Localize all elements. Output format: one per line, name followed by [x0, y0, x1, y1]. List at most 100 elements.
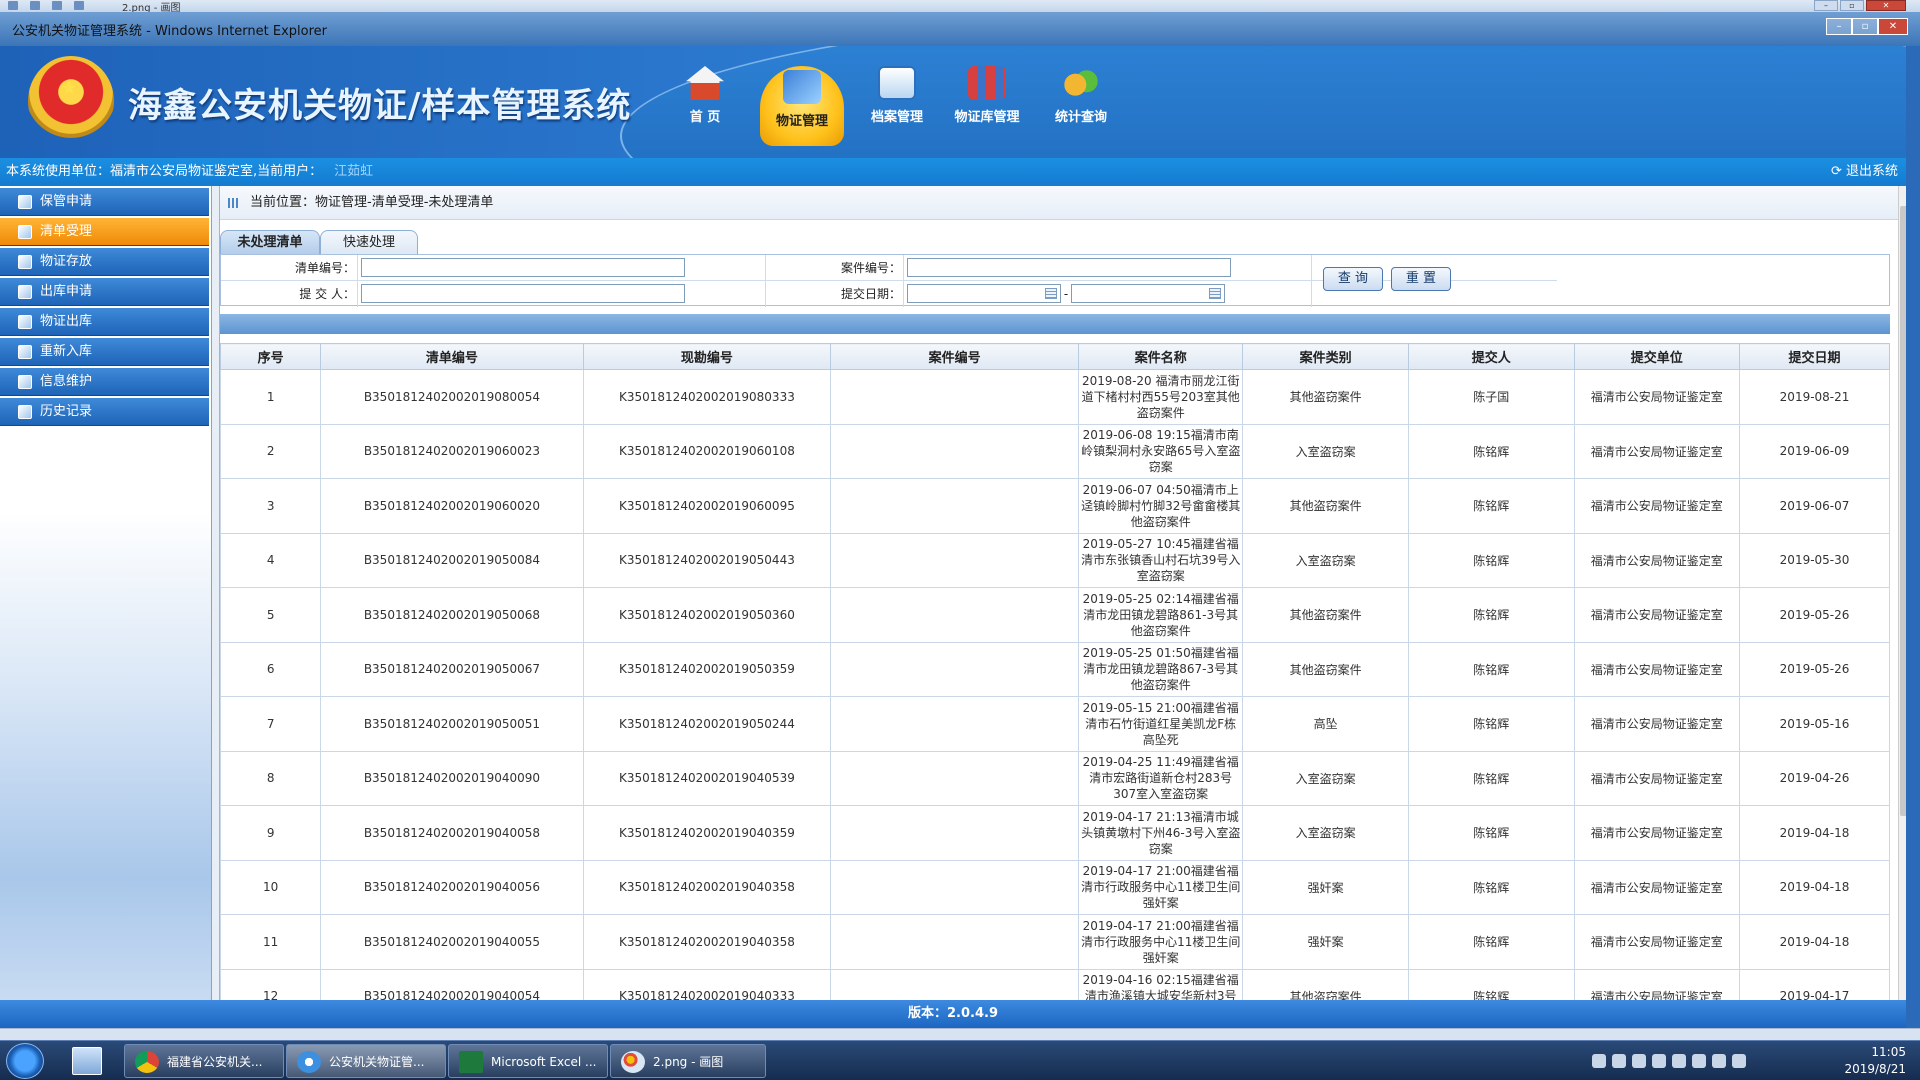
logout-button[interactable]: ⟳ 退出系统: [1831, 158, 1898, 186]
current-user: 江茹虹: [334, 164, 374, 179]
sidebar-item-restock[interactable]: 重新入库: [0, 338, 209, 366]
antivirus-icon[interactable]: [1652, 1054, 1666, 1068]
show-windows-icon[interactable]: [72, 1047, 102, 1075]
network-icon[interactable]: [1672, 1054, 1686, 1068]
ie-window-title: 公安机关物证管理系统 - Windows Internet Explorer: [12, 24, 327, 39]
save-icon[interactable]: [30, 1, 40, 10]
column-header[interactable]: 序号: [220, 343, 322, 370]
calendar-icon[interactable]: [1209, 288, 1221, 299]
date-to-input[interactable]: [1071, 284, 1225, 303]
column-header[interactable]: 案件类别: [1242, 343, 1409, 370]
security-icon[interactable]: [1632, 1054, 1646, 1068]
home-icon: [686, 66, 724, 100]
list-no-input[interactable]: [361, 258, 685, 277]
table-cell: 入室盗窃案: [1242, 805, 1409, 861]
reset-button[interactable]: 重 置: [1391, 267, 1451, 291]
sidebar-item-outbound-apply[interactable]: 出库申请: [0, 278, 209, 306]
nav-home[interactable]: 首 页: [660, 62, 750, 148]
table-cell: [830, 423, 1080, 479]
table-cell: B3501812402002019040090: [320, 750, 584, 806]
table-cell: B3501812402002019050068: [320, 587, 584, 643]
paint-close-button[interactable]: ✕: [1866, 0, 1906, 11]
table-row[interactable]: 4 B3501812402002019050084 K350181240200201…: [220, 532, 1890, 588]
taskbar-item-chrome[interactable]: 福建省公安机关...: [124, 1044, 284, 1078]
table-cell: 6: [220, 641, 322, 697]
column-header[interactable]: 提交单位: [1573, 343, 1741, 370]
table-cell: 2019-06-09: [1739, 423, 1890, 479]
sidebar-item-evidence-outbound[interactable]: 物证出库: [0, 308, 209, 336]
table-row[interactable]: 7 B3501812402002019050051 K350181240200201…: [220, 696, 1890, 752]
sidebar-splitter[interactable]: [212, 186, 220, 1000]
clock-time[interactable]: 11:05: [1871, 1045, 1906, 1059]
ie-maximize-button[interactable]: ▫: [1852, 18, 1878, 35]
nav-storage-management[interactable]: 物证库管理: [942, 62, 1032, 148]
table-cell: 陈铭辉: [1407, 859, 1575, 915]
clock-date[interactable]: 2019/8/21: [1844, 1062, 1906, 1076]
table-cell: B3501812402002019040055: [320, 914, 584, 970]
table-cell: 其他盗窃案件: [1242, 968, 1409, 1000]
tab-quick-process[interactable]: 快速处理: [320, 230, 418, 254]
sidebar-item-history[interactable]: 历史记录: [0, 398, 209, 426]
ie-minimize-button[interactable]: –: [1826, 18, 1852, 35]
tab-unprocessed[interactable]: 未处理清单: [220, 230, 320, 254]
flag-icon[interactable]: [1692, 1054, 1706, 1068]
nav-evidence-management[interactable]: 物证管理: [760, 66, 844, 146]
table-row[interactable]: 5 B3501812402002019050068 K350181240200201…: [220, 587, 1890, 643]
table-cell: 2019-04-17 21:13福清市城头镇黄墩村下州46-3号入室盗窃案: [1078, 805, 1244, 861]
table-cell: 福清市公安局物证鉴定室: [1573, 369, 1741, 425]
table-row[interactable]: 3 B3501812402002019060020 K350181240200201…: [220, 478, 1890, 534]
doc-icon: [18, 285, 32, 299]
sidebar-item-evidence-store[interactable]: 物证存放: [0, 248, 209, 276]
submitter-input[interactable]: [361, 284, 685, 303]
system-tray: 11:05 2019/8/21: [1592, 1041, 1912, 1080]
paint-maximize-button[interactable]: ▫: [1840, 0, 1864, 11]
volume-icon[interactable]: [1732, 1054, 1746, 1068]
paint-minimize-button[interactable]: –: [1814, 0, 1838, 11]
column-header[interactable]: 案件名称: [1078, 343, 1244, 370]
sidebar-item-info-maintenance[interactable]: 信息维护: [0, 368, 209, 396]
table-row[interactable]: 2 B3501812402002019060023 K350181240200201…: [220, 423, 1890, 479]
shield-icon[interactable]: [1612, 1054, 1626, 1068]
table-row[interactable]: 12 B3501812402002019040054 K35018124020020…: [220, 968, 1890, 1000]
quick-access-icon[interactable]: [8, 1, 18, 10]
table-row[interactable]: 1 B3501812402002019080054 K350181240200201…: [220, 369, 1890, 425]
nav-statistics[interactable]: 统计查询: [1036, 62, 1126, 148]
column-header[interactable]: 案件编号: [830, 343, 1080, 370]
table-cell: B3501812402002019060023: [320, 423, 584, 479]
table-cell: K3501812402002019040539: [582, 750, 832, 806]
taskbar-item-excel[interactable]: Microsoft Excel ...: [448, 1044, 608, 1078]
table-row[interactable]: 9 B3501812402002019040058 K350181240200201…: [220, 805, 1890, 861]
query-button[interactable]: 查 询: [1323, 267, 1383, 291]
column-header[interactable]: 现勘编号: [582, 343, 832, 370]
calendar-icon[interactable]: [1045, 288, 1057, 299]
case-no-label: 案件编号：: [840, 261, 901, 275]
table-cell: 福清市公安局物证鉴定室: [1573, 750, 1741, 806]
sidebar-item-list-accept[interactable]: 清单受理: [0, 218, 209, 246]
sidebar-item-custody-apply[interactable]: 保管申请: [0, 188, 209, 216]
start-button[interactable]: [6, 1043, 44, 1079]
undo-icon[interactable]: [52, 1, 62, 10]
redo-icon[interactable]: [74, 1, 84, 10]
keyboard-icon[interactable]: [1592, 1054, 1606, 1068]
table-row[interactable]: 11 B3501812402002019040055 K35018124020020…: [220, 914, 1890, 970]
date-from-input[interactable]: [907, 284, 1061, 303]
taskbar-item-ie[interactable]: 公安机关物证管...: [286, 1044, 446, 1078]
table-cell: 2019-05-26: [1739, 641, 1890, 697]
table-cell: K3501812402002019040358: [582, 914, 832, 970]
nav-archive-management[interactable]: 档案管理: [852, 62, 942, 148]
taskbar-item-paint[interactable]: 2.png - 画图: [610, 1044, 766, 1078]
table-row[interactable]: 8 B3501812402002019040090 K350181240200201…: [220, 750, 1890, 806]
column-header[interactable]: 提交日期: [1739, 343, 1890, 370]
table-cell: 福清市公安局物证鉴定室: [1573, 423, 1741, 479]
table-row[interactable]: 10 B3501812402002019040056 K35018124020020…: [220, 859, 1890, 915]
table-cell: 陈铭辉: [1407, 532, 1575, 588]
table-cell: K3501812402002019040359: [582, 805, 832, 861]
case-no-input[interactable]: [907, 258, 1231, 277]
ie-close-button[interactable]: ✕: [1878, 18, 1908, 35]
column-header[interactable]: 提交人: [1407, 343, 1575, 370]
table-cell: 10: [220, 859, 322, 915]
table-row[interactable]: 6 B3501812402002019050067 K350181240200201…: [220, 641, 1890, 697]
battery-icon[interactable]: [1712, 1054, 1726, 1068]
table-cell: 2019-04-18: [1739, 914, 1890, 970]
column-header[interactable]: 清单编号: [320, 343, 584, 370]
